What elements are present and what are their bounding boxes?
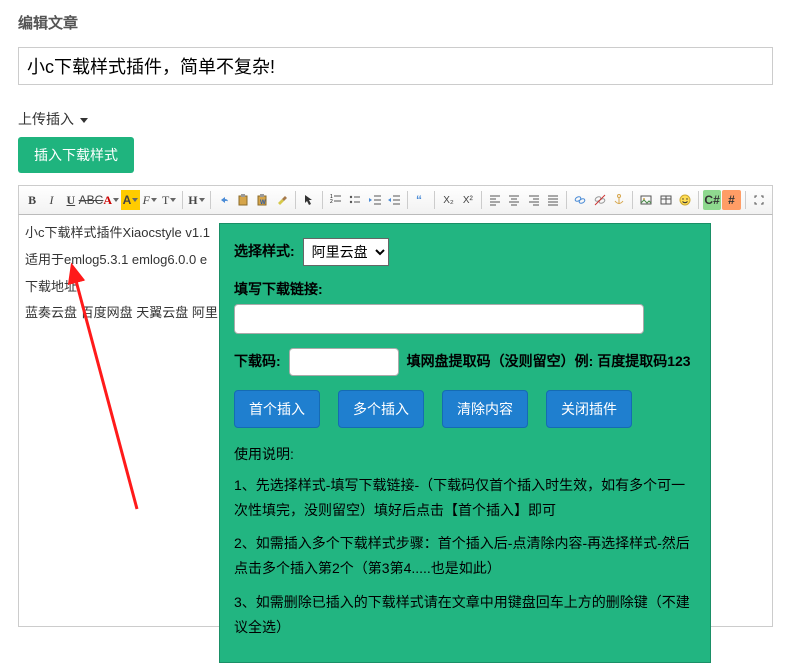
image-button[interactable] [637,190,655,210]
instruction-item: 2、如需插入多个下载样式步骤：首个插入后-点清除内容-再选择样式-然后点击多个插… [234,531,696,581]
paste-button[interactable] [234,190,252,210]
font-color-button[interactable]: A [102,190,120,210]
multi-insert-button[interactable]: 多个插入 [338,390,424,428]
select-style-label: 选择样式: [234,242,295,262]
underline-button[interactable]: U [62,190,80,210]
svg-text:“: “ [416,193,422,207]
code-hash-button[interactable]: # [722,190,740,210]
font-size-button[interactable]: T [160,190,178,210]
first-insert-button[interactable]: 首个插入 [234,390,320,428]
anchor-button[interactable] [610,190,628,210]
cursor-select-button[interactable] [300,190,318,210]
style-select[interactable]: 阿里云盘 [303,238,389,266]
insert-download-style-button[interactable]: 插入下载样式 [18,137,134,173]
align-left-button[interactable] [486,190,504,210]
svg-text:W: W [260,200,266,206]
align-right-button[interactable] [525,190,543,210]
emoji-button[interactable] [676,190,694,210]
instruction-item: 3、如需删除已插入的下载样式请在文章中用键盘回车上方的删除键（不建议全选） [234,590,696,640]
align-justify-button[interactable] [544,190,562,210]
highlight-button[interactable]: A [121,190,139,210]
table-button[interactable] [656,190,674,210]
upload-insert-dropdown[interactable]: 上传插入 [18,109,773,129]
download-code-label: 下载码: [234,352,281,372]
svg-text:1: 1 [330,194,333,200]
instructions-block: 使用说明: 1、先选择样式-填写下载链接-（下载码仅首个插入时生效，如有多个可一… [234,442,696,640]
superscript-button[interactable]: X² [459,190,477,210]
editor-toolbar: B I U ABC A A F T H W 12 “ X₂ X² C# # [18,185,773,215]
indent-button[interactable] [385,190,403,210]
fullscreen-button[interactable] [749,190,767,210]
instruction-item: 1、先选择样式-填写下载链接-（下载码仅首个插入时生效，如有多个可一次性填完，没… [234,473,696,523]
ordered-list-button[interactable]: 12 [327,190,345,210]
heading-button[interactable]: H [187,190,205,210]
undo-button[interactable] [214,190,232,210]
close-plugin-button[interactable]: 关闭插件 [546,390,632,428]
code-csharp-button[interactable]: C# [703,190,721,210]
page-title: 编辑文章 [18,8,773,47]
svg-text:2: 2 [330,199,333,205]
align-center-button[interactable] [505,190,523,210]
paste-word-button[interactable]: W [253,190,271,210]
font-family-button[interactable]: F [141,190,159,210]
upload-insert-label: 上传插入 [18,111,74,127]
unordered-list-button[interactable] [346,190,364,210]
download-code-input[interactable] [289,348,399,376]
article-title-input[interactable] [18,47,773,85]
chevron-down-icon [80,118,88,123]
download-link-input[interactable] [234,304,644,334]
outdent-button[interactable] [366,190,384,210]
download-code-hint: 填网盘提取码（没则留空）例: 百度提取码123 [407,352,691,372]
clear-format-button[interactable] [272,190,290,210]
link-button[interactable] [571,190,589,210]
download-link-label: 填写下载链接: [234,280,323,300]
editor-content-area[interactable]: 小c下载样式插件Xiaocstyle v1.1 适用于emlog5.3.1 em… [18,215,773,627]
strikethrough-button[interactable]: ABC [81,190,101,210]
unlink-button[interactable] [590,190,608,210]
subscript-button[interactable]: X₂ [439,190,457,210]
annotation-arrow-icon [37,259,187,519]
blockquote-button[interactable]: “ [412,190,430,210]
bold-button[interactable]: B [23,190,41,210]
instructions-title: 使用说明: [234,442,696,467]
clear-content-button[interactable]: 清除内容 [442,390,528,428]
download-style-plugin-modal: 选择样式: 阿里云盘 填写下载链接: 下载码: 填网盘提取码（没则留空）例: 百… [219,223,711,663]
italic-button[interactable]: I [42,190,60,210]
